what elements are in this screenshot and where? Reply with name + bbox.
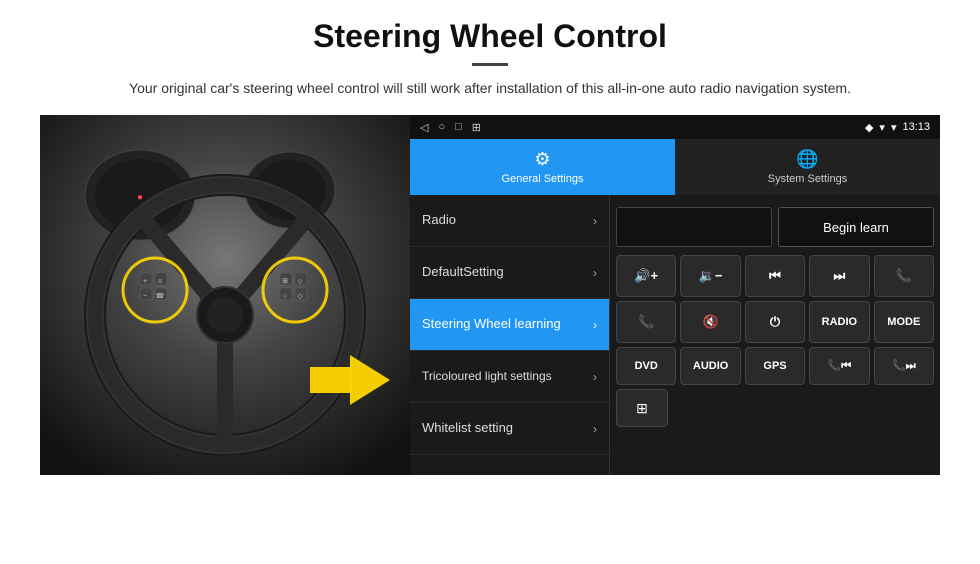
volume-down-button[interactable]: 🔉−	[680, 255, 740, 297]
menu-item-default-label: DefaultSetting	[422, 264, 593, 281]
menu-item-radio-label: Radio	[422, 212, 593, 229]
right-content-panel: Begin learn 🔊+ 🔉− ⏮	[610, 195, 940, 475]
phone-button[interactable]: 📞	[874, 255, 934, 297]
phone-icon: 📞	[896, 268, 912, 284]
svg-text:+: +	[143, 278, 147, 285]
content-area: ● +	[40, 115, 940, 475]
menu-item-steering-label: Steering Wheel learning	[422, 316, 593, 333]
menu-list: Radio › DefaultSetting › Steering Wheel …	[410, 195, 610, 475]
phone-prev-icon: 📞⏮	[828, 359, 852, 373]
gps-label: GPS	[763, 360, 786, 372]
radio-mode-button[interactable]: RADIO	[809, 301, 869, 343]
menu-item-steering-wheel[interactable]: Steering Wheel learning ›	[410, 299, 609, 351]
mute-button[interactable]: 🔇	[680, 301, 740, 343]
bottom-buttons: DVD AUDIO GPS 📞⏮ 📞⏭	[616, 347, 934, 385]
steering-chevron-icon: ›	[593, 318, 597, 332]
menu-item-whitelist[interactable]: Whitelist setting ›	[410, 403, 609, 455]
tab-general-settings[interactable]: ⚙ General Settings	[410, 139, 675, 195]
phone-next-icon: 📞⏭	[892, 359, 916, 373]
audio-label: AUDIO	[693, 360, 728, 372]
control-buttons-row1: 🔊+ 🔉− ⏮ ⏭ 📞	[616, 255, 934, 297]
status-bar: ◁ ○ □ ⊞ ◆ ▾ ▾ 13:13	[410, 115, 940, 139]
status-right: ◆ ▾ ▾ 13:13	[865, 121, 930, 134]
menu-item-radio[interactable]: Radio ›	[410, 195, 609, 247]
menu-item-defaultsetting[interactable]: DefaultSetting ›	[410, 247, 609, 299]
begin-learn-button[interactable]: Begin learn	[778, 207, 934, 247]
general-settings-icon: ⚙	[534, 149, 550, 170]
mute-icon: 🔇	[703, 314, 719, 330]
recent-nav-icon[interactable]: □	[455, 121, 462, 133]
whitelist-chevron-icon: ›	[593, 422, 597, 436]
svg-text:☎: ☎	[156, 292, 165, 300]
control-buttons-row2: 📞 🔇 ⏻ RADIO MODE	[616, 301, 934, 343]
menu-area: Radio › DefaultSetting › Steering Wheel …	[410, 195, 940, 475]
page-title: Steering Wheel Control	[40, 18, 940, 55]
single-icon-row: ⊞	[616, 389, 934, 427]
answer-icon: 📞	[638, 314, 654, 330]
prev-track-icon: ⏮	[769, 268, 781, 284]
svg-text:≡: ≡	[158, 279, 162, 285]
volume-up-button[interactable]: 🔊+	[616, 255, 676, 297]
mode-button[interactable]: MODE	[874, 301, 934, 343]
tricoloured-chevron-icon: ›	[593, 370, 597, 384]
mode-label: MODE	[887, 316, 920, 328]
radio-display-box	[616, 207, 772, 247]
location-icon: ◆	[865, 121, 873, 134]
audio-button[interactable]: AUDIO	[680, 347, 740, 385]
volume-up-icon: 🔊+	[634, 268, 658, 284]
apps-nav-icon[interactable]: ⊞	[472, 121, 481, 134]
menu-item-tricoloured[interactable]: Tricoloured light settings ›	[410, 351, 609, 403]
power-button[interactable]: ⏻	[745, 301, 805, 343]
svg-text:−: −	[143, 293, 147, 300]
clock: 13:13	[902, 121, 930, 133]
page-subtitle: Your original car's steering wheel contr…	[40, 78, 940, 99]
power-icon: ⏻	[770, 314, 780, 330]
menu-item-whitelist-label: Whitelist setting	[422, 420, 593, 437]
dvd-label: DVD	[635, 360, 658, 372]
list-icon-button[interactable]: ⊞	[616, 389, 668, 427]
dvd-button[interactable]: DVD	[616, 347, 676, 385]
system-settings-icon: 🌐	[796, 149, 818, 170]
android-panel: ◁ ○ □ ⊞ ◆ ▾ ▾ 13:13 ⚙ General Settings	[410, 115, 940, 475]
svg-text:◇: ◇	[298, 279, 303, 285]
radio-chevron-icon: ›	[593, 214, 597, 228]
home-nav-icon[interactable]: ○	[438, 121, 445, 133]
steering-wheel-photo: ● +	[40, 115, 410, 475]
svg-text:○: ○	[283, 293, 287, 300]
phone-next-button[interactable]: 📞⏭	[874, 347, 934, 385]
gps-button[interactable]: GPS	[745, 347, 805, 385]
answer-call-button[interactable]: 📞	[616, 301, 676, 343]
back-nav-icon[interactable]: ◁	[420, 121, 428, 134]
title-divider	[472, 63, 508, 66]
tab-general-label: General Settings	[502, 173, 584, 185]
svg-text:⊞: ⊞	[282, 278, 288, 285]
tab-bar: ⚙ General Settings 🌐 System Settings	[410, 139, 940, 195]
default-chevron-icon: ›	[593, 266, 597, 280]
radio-row: Begin learn	[616, 201, 934, 253]
svg-text:◇: ◇	[297, 293, 303, 300]
next-track-icon: ⏭	[834, 268, 846, 284]
prev-track-button[interactable]: ⏮	[745, 255, 805, 297]
volume-down-icon: 🔉−	[699, 268, 723, 284]
phone-prev-button[interactable]: 📞⏮	[809, 347, 869, 385]
radio-label: RADIO	[822, 316, 857, 328]
tab-system-label: System Settings	[768, 173, 847, 185]
menu-item-tricoloured-label: Tricoloured light settings	[422, 369, 593, 385]
next-track-button[interactable]: ⏭	[809, 255, 869, 297]
list-icon: ⊞	[636, 400, 648, 417]
wifi-icon: ▾	[891, 121, 897, 134]
nav-icons: ◁ ○ □ ⊞	[420, 121, 481, 134]
signal-icon: ▾	[879, 121, 885, 134]
tab-system-settings[interactable]: 🌐 System Settings	[675, 139, 940, 195]
